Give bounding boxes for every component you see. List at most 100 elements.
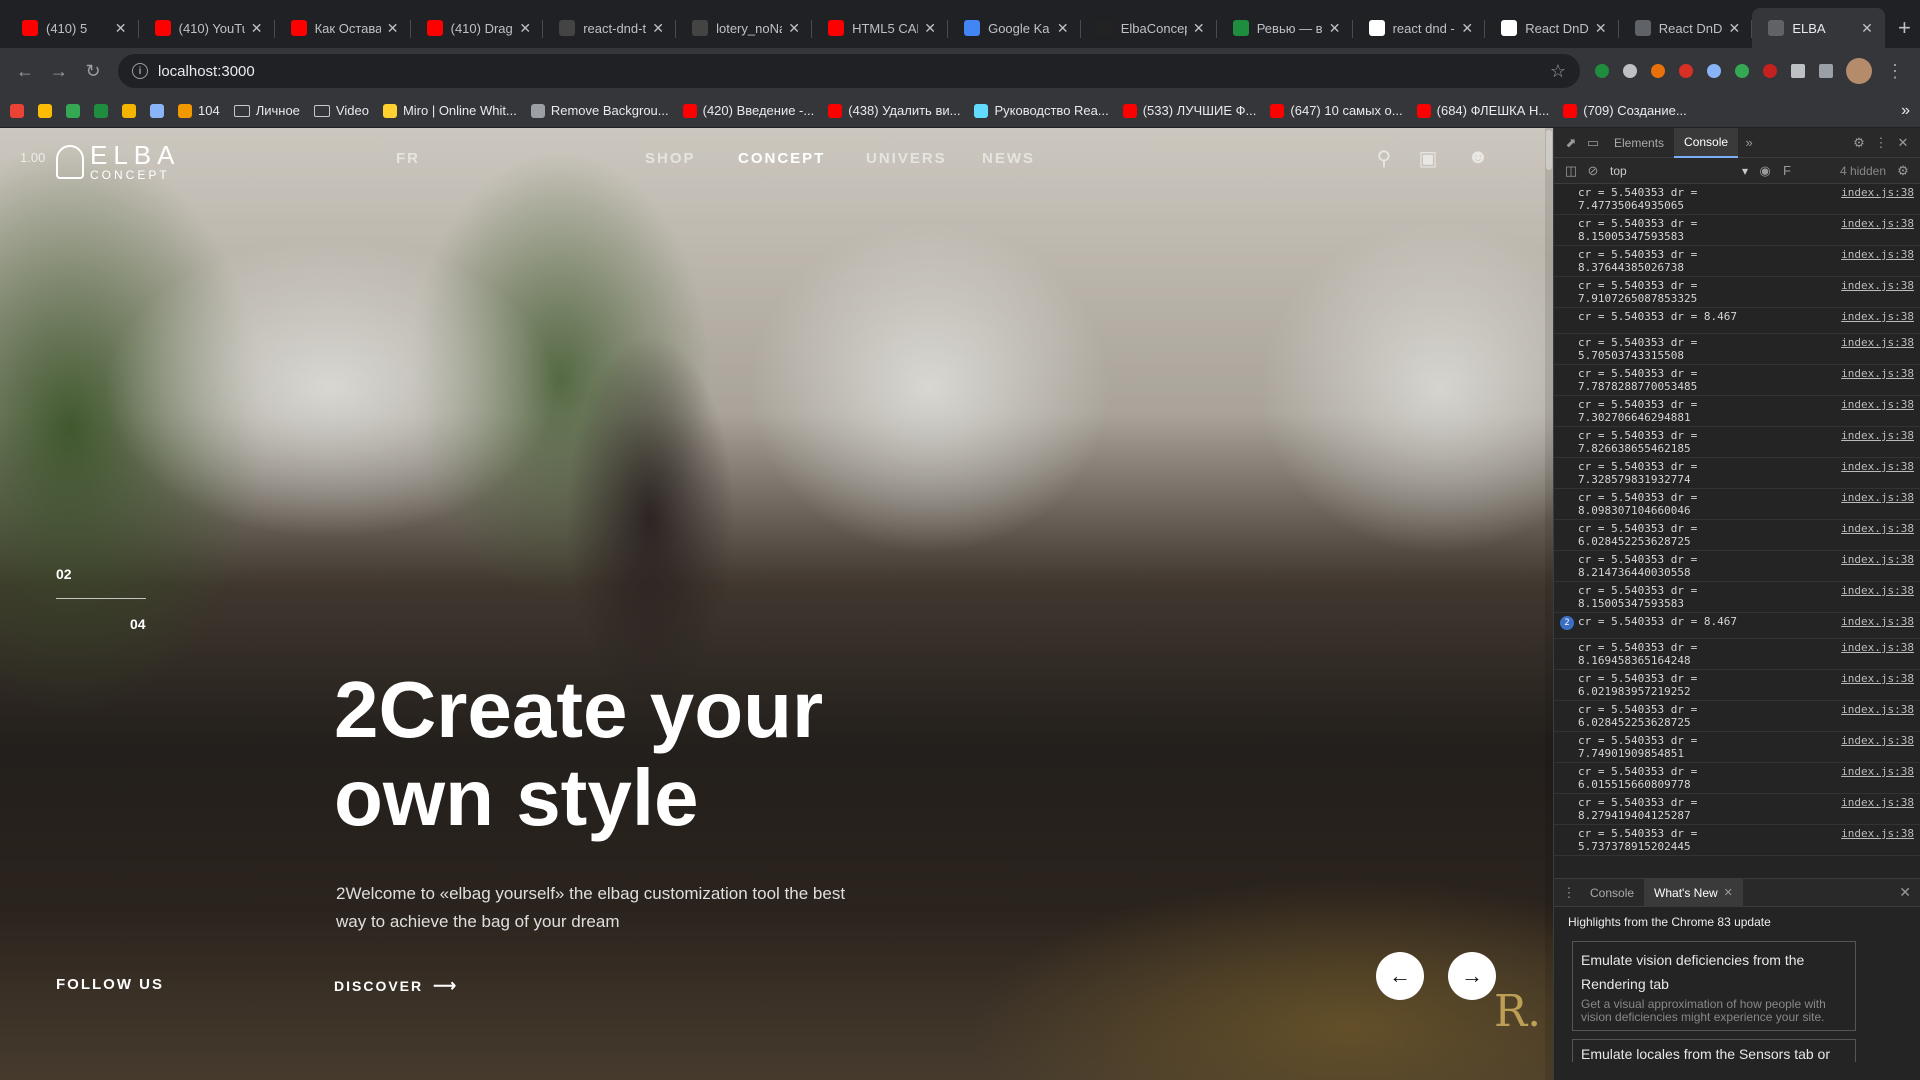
- language-switch[interactable]: FR: [396, 150, 420, 167]
- page-scrollbar[interactable]: [1545, 128, 1553, 1080]
- extensions-puzzle-icon[interactable]: [1784, 57, 1812, 85]
- source-link[interactable]: index.js:38: [1841, 336, 1914, 362]
- address-bar[interactable]: i localhost:3000 ☆: [118, 54, 1580, 88]
- tab-close-icon[interactable]: ✕: [650, 20, 666, 36]
- extension-icon[interactable]: [1728, 57, 1756, 85]
- browser-tab[interactable]: (410) 5 ✕: [6, 8, 139, 48]
- source-link[interactable]: index.js:38: [1841, 672, 1914, 698]
- source-link[interactable]: index.js:38: [1841, 703, 1914, 729]
- cart-icon[interactable]: ▣: [1416, 146, 1440, 170]
- clear-console-icon[interactable]: ⊘: [1582, 160, 1604, 182]
- browser-tab[interactable]: Ревью — в ✕: [1217, 8, 1353, 48]
- tab-close-icon[interactable]: ✕: [385, 20, 401, 36]
- source-link[interactable]: index.js:38: [1841, 641, 1914, 667]
- tab-close-icon[interactable]: ✕: [922, 20, 938, 36]
- browser-tab[interactable]: lotery_noNa ✕: [676, 8, 813, 48]
- bookmark-item[interactable]: Руководство Rea...: [974, 103, 1109, 118]
- tab-close-icon[interactable]: ✕: [249, 20, 265, 36]
- tab-close-icon[interactable]: ✕: [1859, 20, 1875, 36]
- filter-input[interactable]: F: [1776, 160, 1798, 182]
- browser-tab[interactable]: React DnD ✕: [1485, 8, 1619, 48]
- settings-gear-icon[interactable]: ⚙: [1848, 132, 1870, 154]
- extension-icon[interactable]: [1700, 57, 1728, 85]
- close-icon[interactable]: ✕: [1892, 132, 1914, 154]
- url-text[interactable]: localhost:3000: [158, 63, 1550, 80]
- bookmark-item[interactable]: [94, 103, 114, 118]
- source-link[interactable]: index.js:38: [1841, 491, 1914, 517]
- drawer-tab-whats-new[interactable]: What's New ✕: [1644, 878, 1743, 907]
- new-tab-button[interactable]: +: [1889, 8, 1920, 48]
- bookmark-item[interactable]: 104: [178, 103, 220, 118]
- kebab-menu-icon[interactable]: ⋮: [1870, 132, 1892, 154]
- drawer-tab-console[interactable]: Console: [1580, 879, 1644, 907]
- forward-arrow-icon[interactable]: →: [42, 54, 76, 88]
- whats-new-card[interactable]: Emulate locales from the Sensors tab or: [1572, 1039, 1856, 1062]
- bookmark-item[interactable]: (709) Создание...: [1563, 103, 1687, 118]
- bookmark-star-icon[interactable]: ☆: [1550, 61, 1566, 82]
- extension-icon[interactable]: [1616, 57, 1644, 85]
- tab-close-icon[interactable]: ✕: [1459, 20, 1475, 36]
- device-toolbar-icon[interactable]: ▭: [1582, 132, 1604, 154]
- source-link[interactable]: index.js:38: [1841, 584, 1914, 610]
- source-link[interactable]: index.js:38: [1841, 734, 1914, 760]
- follow-us-link[interactable]: FOLLOW US: [56, 976, 164, 993]
- prev-slide-button[interactable]: ←: [1376, 952, 1424, 1000]
- close-tab-icon[interactable]: ✕: [1724, 886, 1733, 899]
- tab-close-icon[interactable]: ✕: [1726, 20, 1742, 36]
- extension-icon[interactable]: [1672, 57, 1700, 85]
- tab-close-icon[interactable]: ✕: [1327, 20, 1343, 36]
- whats-new-card[interactable]: Emulate vision deficiencies from the Ren…: [1572, 941, 1856, 1031]
- tab-close-icon[interactable]: ✕: [113, 20, 129, 36]
- source-link[interactable]: index.js:38: [1841, 217, 1914, 243]
- sidebar-toggle-icon[interactable]: ◫: [1560, 160, 1582, 182]
- next-slide-button[interactable]: →: [1448, 952, 1496, 1000]
- inspect-element-icon[interactable]: ⬈: [1560, 132, 1582, 154]
- bookmark-item[interactable]: [150, 103, 170, 118]
- site-info-icon[interactable]: i: [132, 63, 148, 79]
- nav-shop[interactable]: SHOP: [645, 150, 696, 167]
- browser-tab[interactable]: HTML5 CAN✕: [812, 8, 949, 48]
- browser-tab[interactable]: React DnD ✕: [1619, 8, 1753, 48]
- tab-console[interactable]: Console: [1674, 127, 1739, 158]
- source-link[interactable]: index.js:38: [1841, 796, 1914, 822]
- bookmark-item[interactable]: (647) 10 самых о...: [1270, 103, 1403, 118]
- tab-close-icon[interactable]: ✕: [1593, 20, 1609, 36]
- extension-icon[interactable]: [1588, 57, 1616, 85]
- drawer-close-icon[interactable]: ✕: [1893, 884, 1917, 901]
- source-link[interactable]: index.js:38: [1841, 279, 1914, 305]
- source-link[interactable]: index.js:38: [1841, 186, 1914, 212]
- bookmark-item[interactable]: (438) Удалить ви...: [828, 103, 960, 118]
- bookmark-folder[interactable]: Video: [313, 103, 369, 118]
- browser-tab[interactable]: ELBA ✕: [1752, 8, 1885, 48]
- source-link[interactable]: index.js:38: [1841, 553, 1914, 579]
- source-link[interactable]: index.js:38: [1841, 248, 1914, 274]
- site-logo[interactable]: ELBA CONCEPT: [56, 142, 181, 182]
- user-icon[interactable]: ☻: [1466, 146, 1490, 170]
- more-tabs-icon[interactable]: »: [1738, 132, 1760, 154]
- bookmark-item[interactable]: [122, 103, 142, 118]
- discover-button[interactable]: DISCOVER ⟶: [334, 976, 458, 996]
- source-link[interactable]: index.js:38: [1841, 429, 1914, 455]
- source-link[interactable]: index.js:38: [1841, 398, 1914, 424]
- bookmark-item[interactable]: Remove Backgrou...: [530, 103, 669, 118]
- tab-close-icon[interactable]: ✕: [517, 20, 533, 36]
- source-link[interactable]: index.js:38: [1841, 367, 1914, 393]
- browser-tab[interactable]: Как Остава ✕: [275, 8, 411, 48]
- browser-tab[interactable]: react dnd - ✕: [1353, 8, 1486, 48]
- browser-tab[interactable]: ElbaConcep ✕: [1081, 8, 1217, 48]
- source-link[interactable]: index.js:38: [1841, 522, 1914, 548]
- console-settings-gear-icon[interactable]: ⚙: [1892, 160, 1914, 182]
- bookmark-item[interactable]: [66, 103, 86, 118]
- browser-tab[interactable]: Google Ka ✕: [948, 8, 1081, 48]
- tab-elements[interactable]: Elements: [1604, 128, 1674, 158]
- nav-news[interactable]: NEWS: [982, 150, 1035, 167]
- menu-kebab-icon[interactable]: ⋮: [1878, 54, 1912, 88]
- browser-tab[interactable]: (410) Drag ✕: [411, 8, 544, 48]
- profile-avatar[interactable]: [1846, 58, 1872, 84]
- nav-concept[interactable]: CONCEPT: [738, 150, 825, 167]
- source-link[interactable]: index.js:38: [1841, 827, 1914, 853]
- bookmark-folder[interactable]: Личное: [233, 103, 300, 118]
- context-selector[interactable]: top ▾: [1604, 161, 1754, 181]
- back-arrow-icon[interactable]: ←: [8, 54, 42, 88]
- media-control-icon[interactable]: [1812, 57, 1840, 85]
